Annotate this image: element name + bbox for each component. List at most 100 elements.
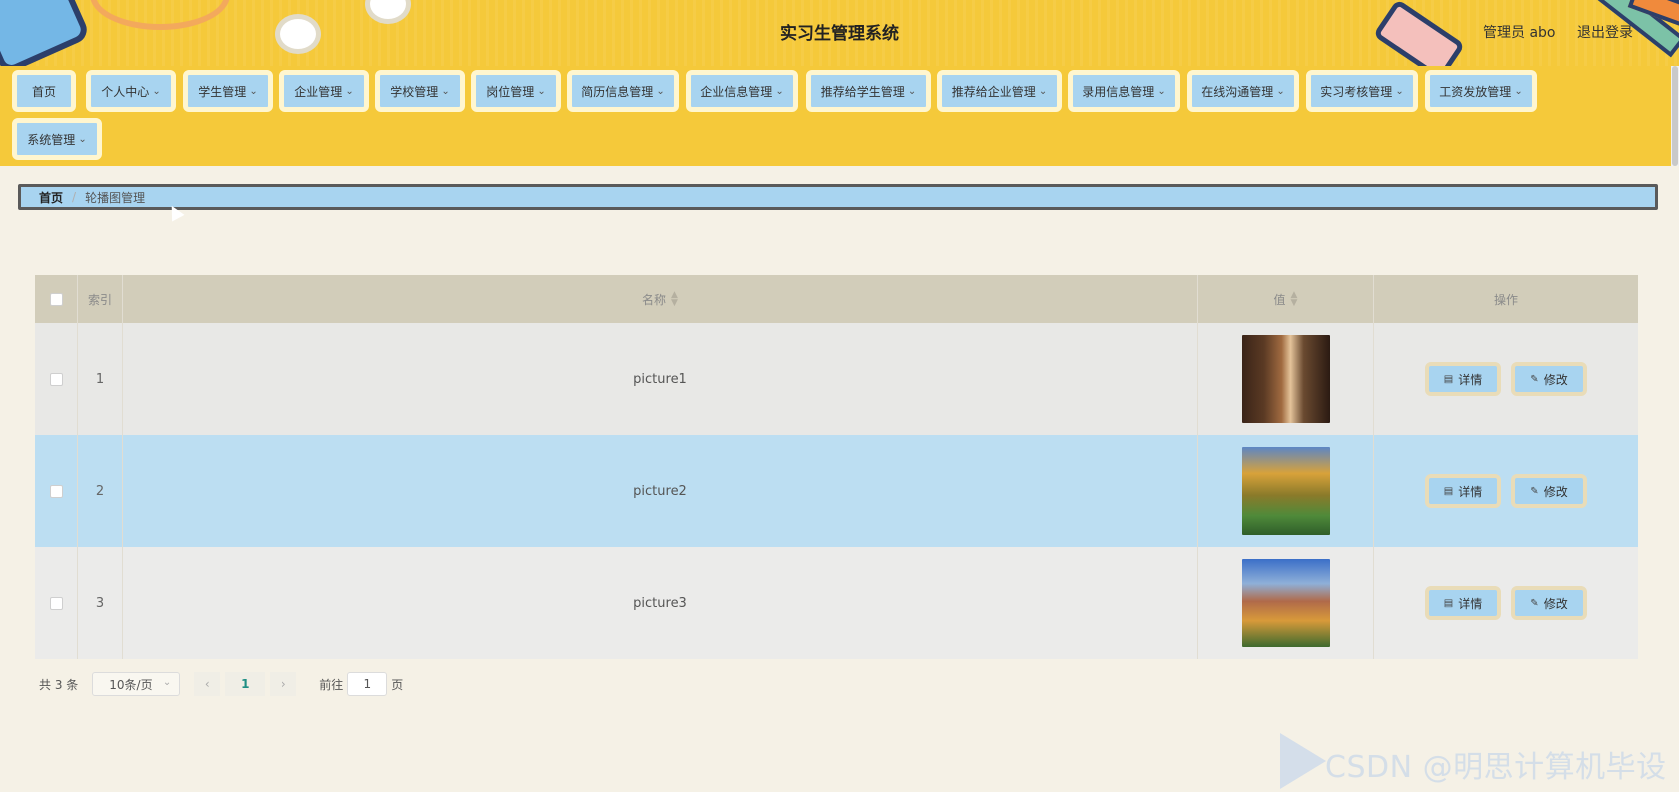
nav-item-label: 学生管理 — [198, 84, 247, 99]
nav-item[interactable]: 首页 — [12, 70, 76, 112]
nav-item-label: 实习考核管理 — [1320, 84, 1393, 99]
chevron-down-icon: ⌄ — [907, 85, 917, 97]
row-name: picture1 — [123, 323, 1198, 435]
chevron-down-icon: ⌄ — [1395, 85, 1404, 97]
nav-item[interactable]: 推荐给企业管理 ⌄ — [937, 70, 1062, 112]
chevron-down-icon: ⌄ — [441, 85, 450, 97]
row-value-cell — [1198, 323, 1374, 435]
table-row[interactable]: 1 picture1 ▤ 详情 ✎ 修改 — [35, 323, 1638, 435]
detail-label: 详情 — [1458, 484, 1483, 499]
edit-label: 修改 — [1543, 596, 1568, 611]
detail-label: 详情 — [1458, 372, 1483, 387]
carousel-thumbnail[interactable] — [1241, 447, 1330, 535]
edit-button[interactable]: ✎ 修改 — [1511, 586, 1587, 620]
nav-item[interactable]: 在线沟通管理 ⌄ — [1187, 70, 1299, 112]
page-size-select[interactable]: 10条/页 ⌄ — [92, 672, 181, 696]
detail-button[interactable]: ▤ 详情 — [1425, 362, 1501, 396]
chevron-down-icon: ⌄ — [775, 85, 784, 97]
nav-item[interactable]: 工资发放管理 ⌄ — [1425, 70, 1537, 112]
breadcrumb-home[interactable]: 首页 — [39, 189, 63, 206]
col-index-label: 索引 — [87, 292, 112, 307]
detail-button[interactable]: ▤ 详情 — [1425, 586, 1501, 620]
nav-item-label: 推荐给学生管理 — [820, 84, 905, 99]
nav-item-label: 工资发放管理 — [1439, 84, 1512, 99]
nav-item[interactable]: 岗位管理 ⌄ — [471, 70, 561, 112]
nav-item-label: 录用信息管理 — [1082, 84, 1155, 99]
row-actions: ▤ 详情 ✎ 修改 — [1374, 547, 1638, 659]
table-row[interactable]: 3 picture3 ▤ 详情 ✎ 修改 — [35, 547, 1638, 659]
nav-item[interactable]: 简历信息管理 ⌄ — [567, 70, 679, 112]
pencil-icon: ✎ — [1530, 485, 1539, 497]
edit-button[interactable]: ✎ 修改 — [1511, 474, 1587, 508]
select-all-cell — [35, 275, 78, 323]
admin-username: 管理员 abo — [1483, 25, 1556, 41]
sort-icon[interactable]: ▲ ▼ — [1291, 291, 1298, 308]
col-value-label: 值 — [1273, 292, 1286, 307]
document-icon: ▤ — [1443, 485, 1454, 497]
nav-item[interactable]: 录用信息管理 ⌄ — [1068, 70, 1180, 112]
scrollbar-thumb[interactable] — [1672, 66, 1678, 166]
row-checkbox[interactable] — [49, 596, 63, 610]
row-index: 1 — [78, 323, 123, 435]
col-actions: 操作 — [1374, 275, 1638, 323]
nav-item-label: 企业信息管理 — [700, 84, 773, 99]
nav-item-label: 在线沟通管理 — [1201, 84, 1274, 99]
carousel-thumbnail[interactable] — [1241, 335, 1330, 423]
row-value-cell — [1198, 435, 1374, 547]
site-title: 实习生管理系统 — [780, 24, 899, 44]
chevron-down-icon: ⌄ — [656, 85, 665, 97]
row-name: picture2 — [123, 435, 1198, 547]
chevron-down-icon: ⌄ — [345, 85, 354, 97]
row-actions: ▤ 详情 ✎ 修改 — [1374, 323, 1638, 435]
prev-page-button[interactable]: ‹ — [194, 672, 221, 696]
chevron-down-icon: ⌄ — [152, 85, 161, 97]
page-size-value: 10条/页 — [109, 677, 153, 692]
next-page-button[interactable]: › — [270, 672, 297, 696]
row-actions: ▤ 详情 ✎ 修改 — [1374, 435, 1638, 547]
sort-icon[interactable]: ▲ ▼ — [671, 291, 678, 308]
nav-item[interactable]: 推荐给学生管理 ⌄ — [806, 70, 931, 112]
col-name[interactable]: 名称 ▲ ▼ — [123, 275, 1198, 323]
row-select-cell — [35, 323, 78, 435]
row-checkbox[interactable] — [49, 372, 63, 386]
csdn-logo-icon — [1280, 733, 1326, 789]
nav-item[interactable]: 企业信息管理 ⌄ — [686, 70, 798, 112]
nav-item[interactable]: 个人中心 ⌄ — [86, 70, 176, 112]
nav-item-label: 岗位管理 — [486, 84, 535, 99]
detail-button[interactable]: ▤ 详情 — [1425, 474, 1501, 508]
document-icon: ▤ — [1443, 597, 1454, 609]
nav-item[interactable]: 实习考核管理 ⌄ — [1306, 70, 1418, 112]
watermark: CSDN @明思计算机毕设 — [1325, 750, 1667, 785]
nav-item[interactable]: 学校管理 ⌄ — [375, 70, 465, 112]
goto-label: 前往 — [319, 677, 344, 692]
nav-scrollbar[interactable] — [1671, 66, 1679, 166]
chevron-down-icon: ⌄ — [78, 133, 87, 145]
chevron-down-icon: ⌄ — [537, 85, 546, 97]
col-value[interactable]: 值 ▲ ▼ — [1198, 275, 1374, 323]
nav-item[interactable]: 系统管理 ⌄ — [12, 118, 102, 160]
chevron-down-icon: ⌄ — [1157, 85, 1166, 97]
nav-item-label: 系统管理 — [27, 132, 76, 147]
nav-item-label: 推荐给企业管理 — [951, 84, 1036, 99]
table-row[interactable]: 2 picture2 ▤ 详情 ✎ 修改 — [35, 435, 1638, 547]
main-nav: 首页 个人中心 ⌄ 学生管理 ⌄ 企业管理 ⌄ 学校管理 ⌄ 岗位管理 ⌄ 简历信息管理 ⌄ 企业信息管理… — [0, 66, 1671, 166]
nav-item-label: 首页 — [31, 84, 56, 99]
row-checkbox[interactable] — [49, 484, 63, 498]
goto-page-input[interactable]: 1 — [347, 672, 388, 696]
nav-item[interactable]: 企业管理 ⌄ — [279, 70, 369, 112]
pencil-icon: ✎ — [1530, 373, 1539, 385]
edit-button[interactable]: ✎ 修改 — [1511, 362, 1587, 396]
pencil-icon: ✎ — [1530, 597, 1539, 609]
nav-item[interactable]: 学生管理 ⌄ — [183, 70, 273, 112]
page-number-button[interactable]: 1 — [225, 672, 266, 696]
select-all-checkbox[interactable] — [49, 292, 63, 306]
logout-link[interactable]: 退出登录 — [1577, 22, 1633, 42]
col-actions-label: 操作 — [1493, 292, 1518, 307]
col-name-label: 名称 — [642, 292, 667, 307]
total-count: 共 3 条 — [39, 677, 79, 692]
carousel-thumbnail[interactable] — [1241, 559, 1330, 647]
pagination: 共 3 条 10条/页 ⌄ ‹ 1 › 前往 1 页 — [39, 671, 403, 697]
breadcrumb-separator: / — [72, 190, 77, 204]
detail-label: 详情 — [1458, 596, 1483, 611]
chevron-down-icon: ⌄ — [1276, 85, 1285, 97]
